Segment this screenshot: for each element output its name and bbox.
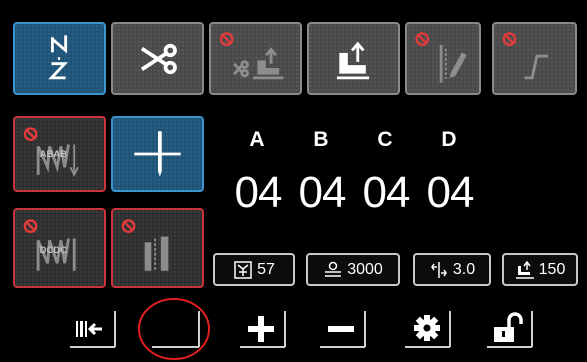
trim-presser-lift-button[interactable]: [209, 22, 302, 95]
speed-icon: [325, 261, 342, 277]
back-arrow-icon: [70, 311, 116, 348]
needle-pencil-icon: [415, 32, 467, 83]
presser-foot-up-icon: [336, 41, 370, 80]
settings-button[interactable]: [403, 305, 453, 351]
z-stitch-icon: [48, 35, 68, 80]
needle-center-button[interactable]: [111, 116, 204, 192]
count-value-b[interactable]: 04: [290, 168, 354, 218]
needle-position-button[interactable]: [13, 22, 106, 95]
pattern-counter-pill[interactable]: 57: [213, 253, 295, 286]
lock-button[interactable]: [485, 305, 535, 351]
needle-up-button[interactable]: [405, 22, 481, 95]
stitch-length-icon: [430, 261, 447, 278]
stitch-length-pill[interactable]: 3.0: [413, 253, 491, 286]
count-value-c[interactable]: 04: [354, 168, 418, 218]
pattern-counter-value: 57: [257, 260, 275, 278]
presser-height-pill[interactable]: 150: [502, 253, 578, 286]
abab-zigzag-icon: ABAB: [23, 127, 79, 177]
minus-icon: [320, 311, 366, 348]
scissors-presser-foot-icon: [219, 32, 284, 80]
count-header-d: D: [441, 128, 457, 151]
thread-trim-button[interactable]: [111, 22, 204, 95]
count-value-a[interactable]: 04: [226, 168, 290, 218]
unlocked-icon: [487, 311, 533, 348]
pattern-counter-icon: [234, 260, 252, 279]
needle-stitch-button[interactable]: [111, 208, 204, 288]
count-header-c: C: [377, 128, 393, 151]
presser-height-icon: [515, 260, 534, 279]
gear-icon: [405, 311, 451, 348]
needle-bars-icon: [121, 219, 169, 271]
needle-center-icon: [134, 131, 181, 177]
plus-button[interactable]: [238, 305, 288, 351]
abab-label: ABAB: [40, 149, 68, 160]
dcdc-label: DCDC: [40, 245, 68, 256]
highlight-circle: [138, 298, 210, 360]
minus-button[interactable]: [318, 305, 368, 351]
stitch-length-value: 3.0: [452, 260, 476, 278]
back-button[interactable]: [68, 305, 118, 351]
dcdc-zigzag-icon: DCDC: [23, 219, 76, 271]
reverse-stitch-abab-button[interactable]: ABAB: [13, 116, 106, 192]
slow-start-button[interactable]: [492, 22, 577, 95]
presser-height-value: 150: [538, 260, 566, 278]
speed-pill[interactable]: 3000: [306, 253, 400, 286]
count-value-d[interactable]: 04: [418, 168, 482, 218]
reverse-stitch-dcdc-button[interactable]: DCDC: [13, 208, 106, 288]
presser-foot-lift-button[interactable]: [307, 22, 400, 95]
count-header-a: A: [249, 128, 265, 151]
plus-icon: [240, 311, 286, 348]
slow-start-curve-icon: [502, 32, 549, 80]
scissors-icon: [140, 43, 177, 75]
speed-value: 3000: [347, 260, 383, 278]
count-header-b: B: [313, 128, 329, 151]
